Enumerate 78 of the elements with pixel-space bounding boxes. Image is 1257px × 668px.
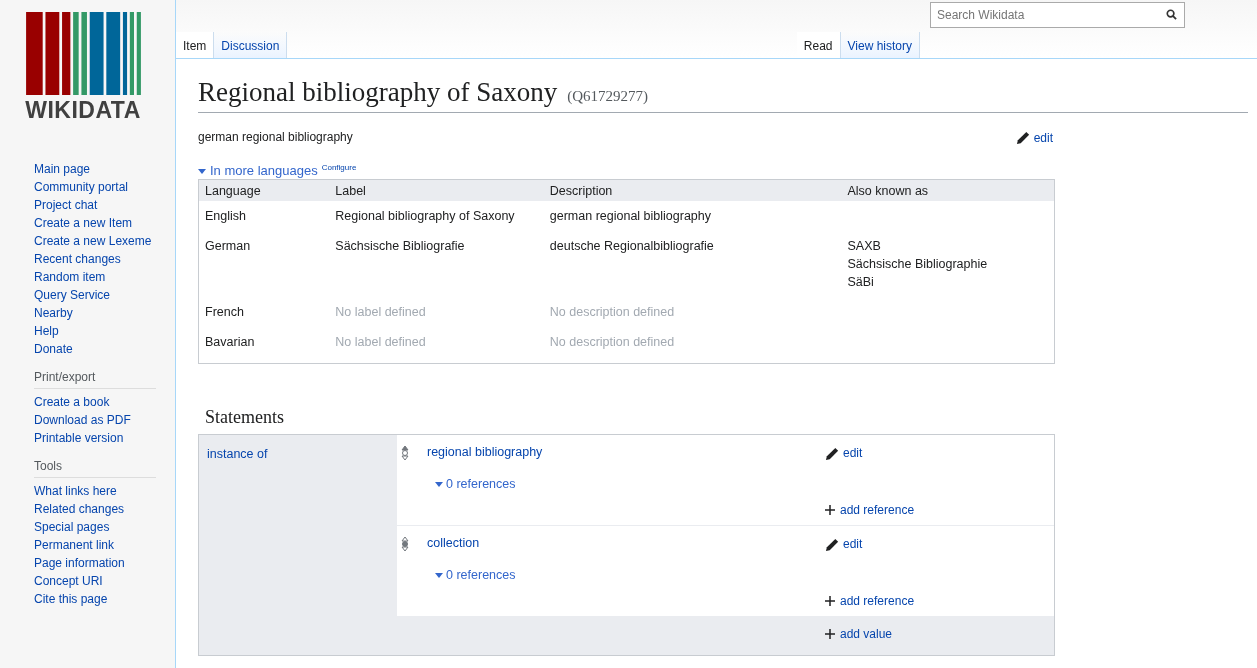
- caret-icon: [435, 480, 443, 488]
- item-title: Regional bibliography of Saxony: [198, 77, 558, 108]
- search-field[interactable]: Search Wikidata: [930, 2, 1185, 28]
- configure-link[interactable]: Configure: [321, 163, 357, 172]
- page-tab[interactable]: Item: [176, 32, 215, 58]
- sidebar-link[interactable]: Help: [34, 322, 59, 340]
- sidebar-link[interactable]: Page information: [34, 554, 125, 572]
- logo-wordmark[interactable]: WIKIDATA: [25, 97, 141, 124]
- sidebar-heading: Print/export: [34, 368, 156, 389]
- language-cell: German: [198, 231, 330, 297]
- sidebar-link[interactable]: Random item: [34, 268, 106, 286]
- description-cell: german regional bibliography: [543, 201, 842, 231]
- sidebar-heading: Tools: [34, 457, 156, 478]
- edit-link[interactable]: edit: [825, 445, 863, 461]
- languages-toggle[interactable]: In more languages: [210, 163, 318, 178]
- value-link[interactable]: regional bibliography: [427, 445, 543, 461]
- sidebar-link[interactable]: Cite this page: [34, 590, 108, 608]
- rank-selector-icon[interactable]: [401, 536, 409, 552]
- caret-icon: [435, 571, 443, 579]
- sidebar-link[interactable]: Special pages: [34, 518, 110, 536]
- plus-icon: [825, 629, 835, 639]
- pencil-icon: [1015, 130, 1031, 145]
- add-value-link[interactable]: add value: [825, 627, 893, 641]
- section-heading: Statements: [205, 407, 285, 428]
- sidebar-link[interactable]: Create a new Lexeme: [34, 232, 152, 250]
- language-cell: Bavarian: [198, 327, 330, 364]
- sidebar-link[interactable]: Project chat: [34, 196, 98, 214]
- rank-selector-icon[interactable]: [401, 445, 409, 461]
- references-toggle[interactable]: 0 references: [435, 568, 516, 582]
- property-link[interactable]: instance of: [207, 447, 268, 461]
- plus-icon: [825, 596, 835, 606]
- value-link[interactable]: collection: [427, 536, 480, 552]
- sidebar-link[interactable]: Query Service: [34, 286, 111, 304]
- label-cell: Regional bibliography of Saxony: [329, 201, 544, 231]
- barcode-logo-icon[interactable]: [25, 12, 141, 95]
- search-icon[interactable]: [1166, 9, 1177, 20]
- alias-cell-text: Sächsische Bibliographie: [847, 256, 988, 273]
- sidebar-link[interactable]: Nearby: [34, 304, 73, 322]
- column-header: Label: [329, 179, 544, 201]
- add-reference-link[interactable]: add reference: [825, 503, 915, 517]
- language-cell: French: [198, 297, 330, 327]
- pencil-icon: [825, 445, 840, 461]
- sidebar-link[interactable]: Community portal: [34, 178, 129, 196]
- description-cell-text: No description defined: [548, 304, 676, 321]
- sidebar-link[interactable]: Permanent link: [34, 536, 115, 554]
- language-cell: English: [198, 201, 330, 231]
- label-cell-text: No label defined: [334, 304, 427, 321]
- sidebar-link[interactable]: Recent changes: [34, 250, 121, 268]
- column-header: Also known as: [841, 179, 1055, 201]
- sidebar-link[interactable]: Printable version: [34, 429, 124, 447]
- sidebar-link[interactable]: Main page: [34, 160, 91, 178]
- pencil-icon: [825, 536, 840, 552]
- item-id: (Q61729277): [567, 88, 649, 105]
- alias-cell-text: SAXB: [847, 238, 881, 255]
- description-cell: No description defined: [543, 327, 842, 364]
- item-description: german regional bibliography: [198, 130, 353, 145]
- label-cell-text: Sächsische Bibliografie: [334, 238, 466, 255]
- view-tab[interactable]: View history: [840, 32, 920, 58]
- sidebar-link[interactable]: Related changes: [34, 500, 125, 518]
- sidebar-link[interactable]: Concept URI: [34, 572, 103, 590]
- description-cell-text: deutsche Regionalbibliografie: [548, 238, 715, 255]
- column-header: Description: [543, 179, 842, 201]
- page-tab[interactable]: Discussion: [214, 32, 288, 58]
- alias-cell-text: SäBi: [847, 274, 874, 291]
- edit-link[interactable]: edit: [1015, 130, 1053, 145]
- caret-icon: [198, 166, 206, 175]
- references-toggle[interactable]: 0 references: [435, 477, 516, 491]
- column-header: Language: [198, 179, 330, 201]
- sidebar-link[interactable]: Create a new Item: [34, 214, 133, 232]
- sidebar-link[interactable]: Download as PDF: [34, 411, 131, 429]
- label-cell: No label defined: [329, 327, 544, 364]
- sidebar-link[interactable]: Create a book: [34, 393, 110, 411]
- plus-icon: [825, 505, 835, 515]
- edit-link[interactable]: edit: [825, 536, 863, 552]
- sidebar-link[interactable]: Donate: [34, 340, 73, 358]
- sidebar-link[interactable]: What links here: [34, 482, 117, 500]
- view-tab[interactable]: Read: [796, 32, 841, 58]
- add-reference-link[interactable]: add reference: [825, 594, 915, 608]
